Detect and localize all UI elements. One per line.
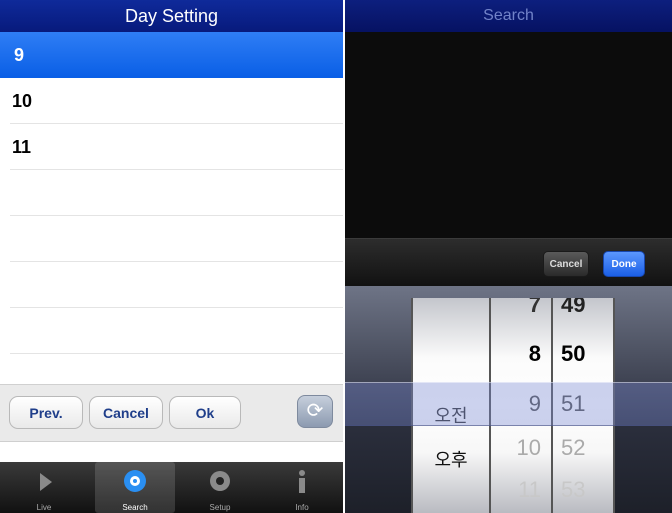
refresh-button[interactable]: ⟳	[297, 395, 333, 428]
info-icon	[299, 470, 305, 493]
day-setting-panel: Day Setting 9 10 11 Prev. Cancel Ok ⟳ Li…	[0, 0, 343, 513]
done-button[interactable]: Done	[603, 251, 645, 277]
day-label: 10	[12, 91, 33, 111]
minute-option[interactable]: 53	[553, 468, 613, 512]
button-bar: Prev. Cancel Ok	[0, 384, 343, 442]
hour-option[interactable]: 8	[491, 332, 551, 376]
tab-label: Info	[295, 503, 309, 512]
search-disc-icon	[124, 470, 146, 492]
day-label: 11	[12, 137, 32, 157]
refresh-icon: ⟳	[306, 400, 324, 422]
tab-label: Search	[122, 503, 148, 512]
time-picker: 오전 오후 7 8 9 10 11 49 50 51 52 53	[345, 286, 672, 513]
minute-option[interactable]: 49	[553, 298, 613, 327]
gear-icon	[210, 471, 230, 491]
list-item[interactable]: 9	[0, 32, 343, 78]
play-icon	[40, 473, 52, 491]
day-list: 9 10 11	[0, 32, 343, 354]
cancel-button[interactable]: Cancel	[543, 251, 589, 277]
page-title: Day Setting	[0, 0, 343, 32]
ampm-option[interactable]: 오후	[413, 438, 489, 482]
tab-label: Setup	[209, 503, 231, 512]
ok-button[interactable]: Ok	[169, 396, 241, 429]
cancel-button[interactable]: Cancel	[89, 396, 163, 429]
list-item-empty	[10, 216, 343, 262]
list-item-empty	[10, 308, 343, 354]
minute-option[interactable]: 50	[553, 332, 613, 376]
hour-option[interactable]: 10	[491, 426, 551, 470]
list-item-empty	[10, 170, 343, 216]
tab-info[interactable]: Info	[262, 462, 342, 513]
list-item[interactable]: 11	[10, 124, 343, 170]
tab-label: Live	[36, 503, 52, 512]
page-title: Search	[345, 0, 672, 32]
tab-live[interactable]: Live	[4, 462, 84, 513]
tab-setup[interactable]: Setup	[180, 462, 260, 513]
list-item-empty	[10, 262, 343, 308]
hour-option[interactable]: 11	[491, 468, 551, 512]
picker-toolbar: Cancel Done	[345, 238, 672, 287]
hour-option[interactable]: 7	[491, 298, 551, 327]
day-label: 9	[14, 45, 25, 65]
tab-search[interactable]: Search	[95, 462, 175, 513]
search-panel: Search Cancel Done 오전 오후 7 8 9 10 11 49 …	[345, 0, 672, 513]
tab-bar: Live Search Setup Info	[0, 462, 343, 513]
list-item[interactable]: 10	[10, 78, 343, 124]
minute-option[interactable]: 52	[553, 426, 613, 470]
prev-button[interactable]: Prev.	[9, 396, 83, 429]
picker-selection-bar	[345, 382, 672, 426]
